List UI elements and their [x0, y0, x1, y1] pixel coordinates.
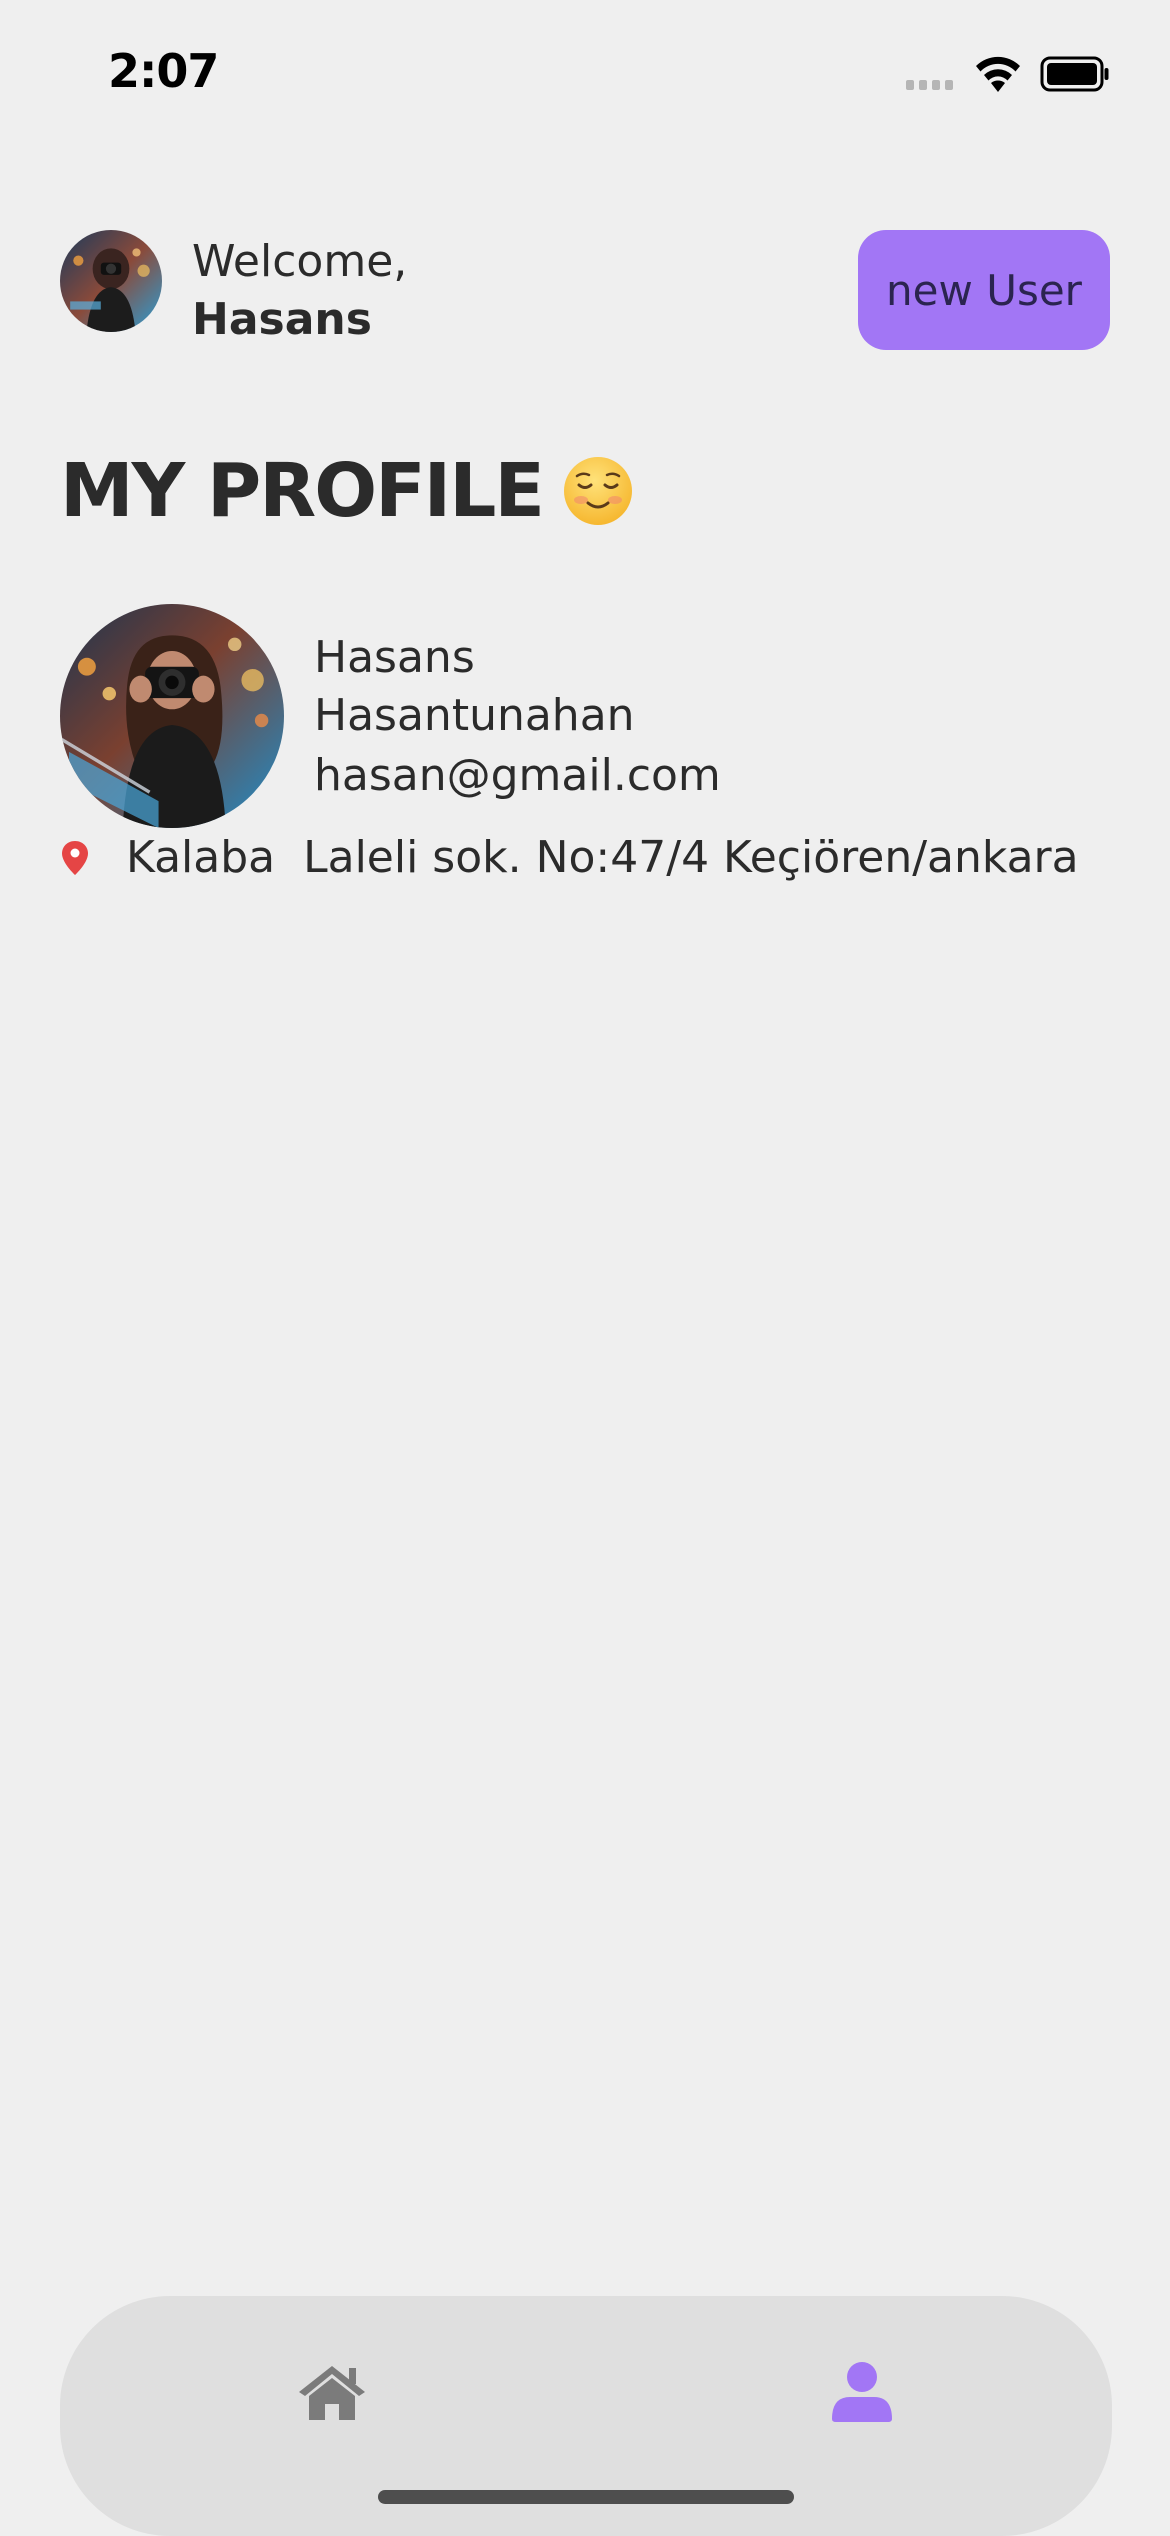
header-avatar[interactable] — [60, 230, 162, 332]
status-time: 2:07 — [108, 44, 219, 98]
profile-email: hasan@gmail.com — [314, 750, 721, 801]
page-title: MY PROFILE — [60, 448, 635, 534]
welcome-user-name: Hasans — [192, 294, 372, 345]
profile-address: Kalaba Laleli sok. No:47/4 Keçiören/anka… — [126, 832, 1079, 883]
cellular-signal-icon — [906, 80, 953, 90]
new-user-button[interactable]: new User — [858, 230, 1110, 350]
nav-item-home[interactable] — [286, 2346, 378, 2438]
nav-item-profile[interactable] — [816, 2346, 908, 2438]
wifi-icon — [976, 56, 1020, 92]
battery-icon — [1040, 56, 1109, 92]
profile-first-name: Hasans — [314, 632, 475, 683]
smiling-face-emoji-icon — [563, 457, 632, 525]
profile-avatar — [60, 604, 284, 828]
home-icon — [299, 2366, 365, 2420]
profile-address-row: Kalaba Laleli sok. No:47/4 Keçiören/anka… — [60, 830, 1079, 886]
welcome-text: Welcome, — [192, 236, 408, 287]
person-icon — [832, 2362, 892, 2422]
profile-last-name: Hasantunahan — [314, 690, 635, 741]
page-title-text: MY PROFILE — [60, 448, 545, 534]
home-indicator[interactable] — [378, 2490, 794, 2504]
location-pin-icon — [62, 841, 88, 875]
